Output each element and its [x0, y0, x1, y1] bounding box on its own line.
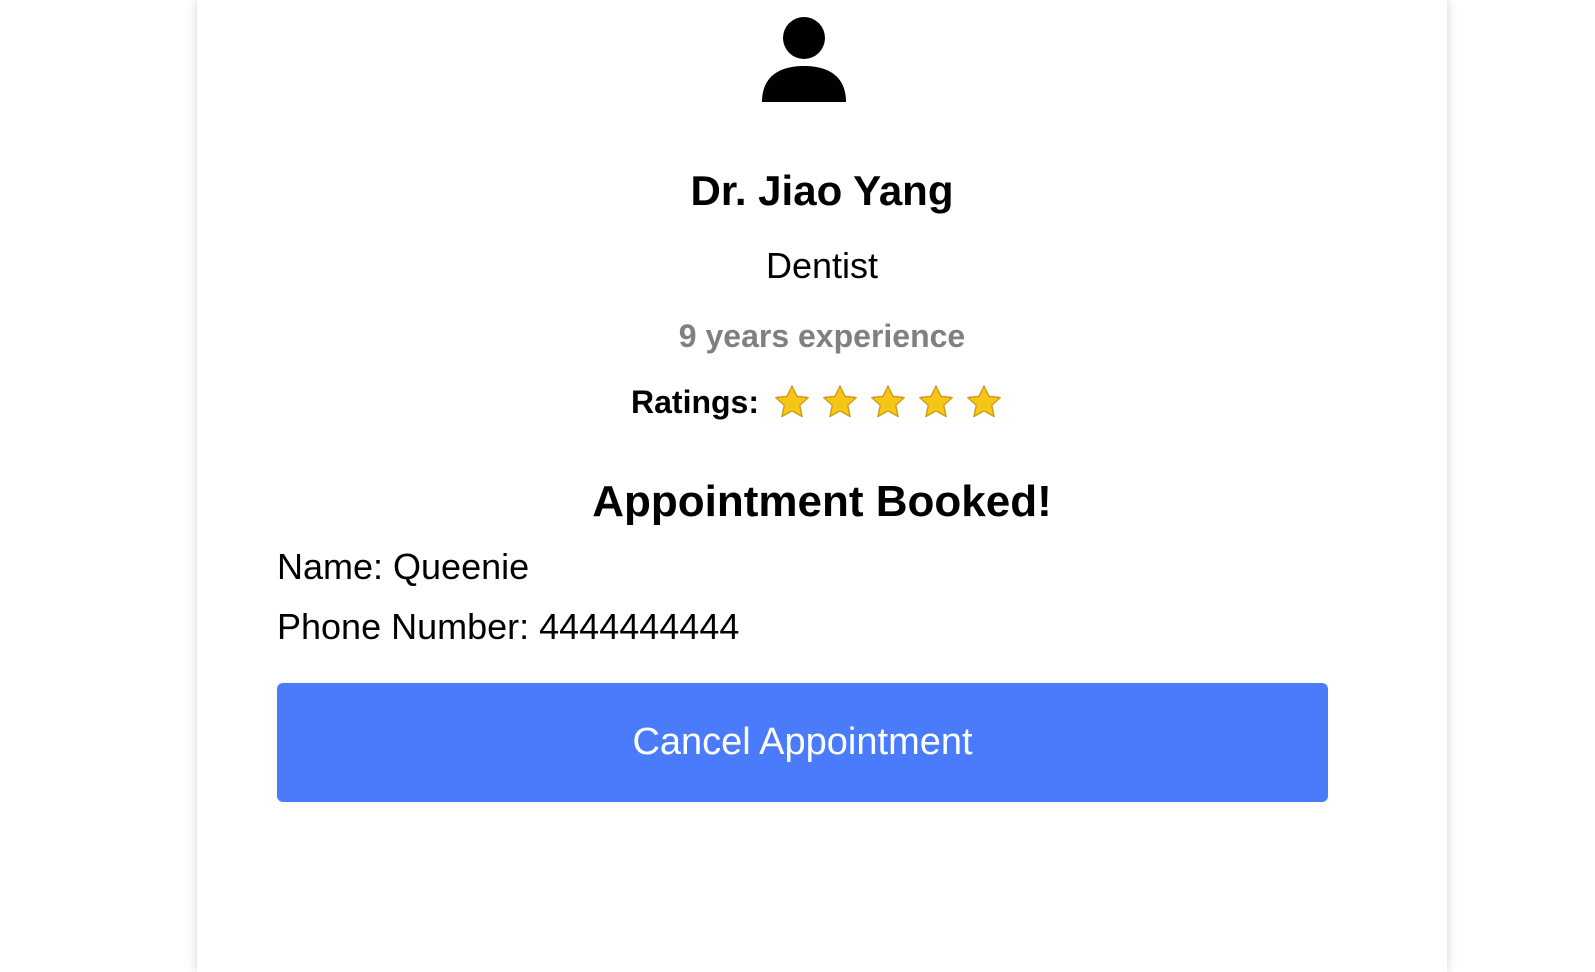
appointment-booked-title: Appointment Booked! — [592, 477, 1052, 526]
rating-stars — [773, 383, 1013, 421]
star-icon — [775, 385, 809, 418]
star-icon — [967, 385, 1001, 418]
ratings-label: Ratings: — [631, 384, 759, 420]
star-icon — [871, 385, 905, 418]
user-silhouette-icon — [762, 17, 846, 102]
doctor-name: Dr. Jiao Yang — [690, 167, 954, 214]
doctor-specialty: Dentist — [765, 245, 879, 286]
star-icon — [919, 385, 953, 418]
star-icon — [823, 385, 857, 418]
patient-phone: Phone Number: 4444444444 — [277, 606, 740, 647]
patient-name: Name: Queenie — [277, 546, 530, 587]
ratings-row: Ratings: — [197, 380, 1447, 424]
doctor-experience: 9 years experience — [678, 318, 966, 354]
cancel-appointment-button[interactable]: Cancel Appointment — [277, 683, 1328, 802]
